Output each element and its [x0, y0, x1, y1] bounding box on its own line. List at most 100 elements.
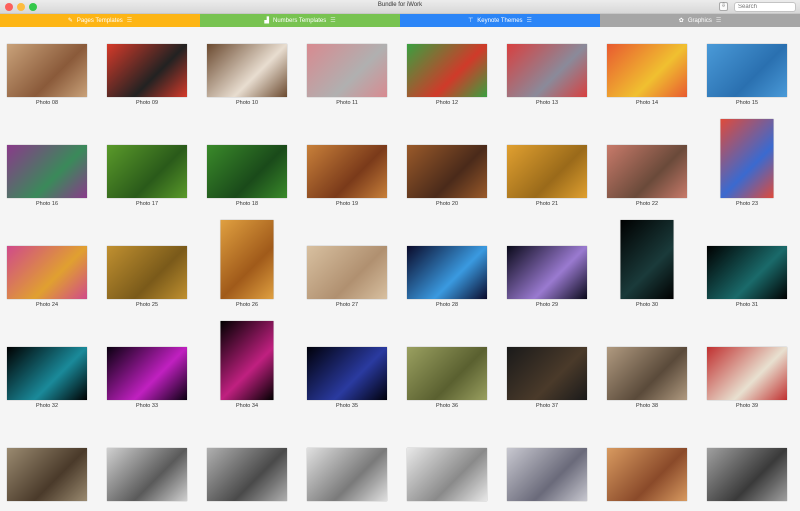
photo-thumbnail[interactable]	[707, 246, 787, 299]
photo-thumbnail[interactable]	[107, 347, 187, 400]
photo-thumbnail[interactable]	[220, 220, 274, 299]
photo-item[interactable]	[97, 431, 197, 511]
photo-item[interactable]	[0, 431, 97, 511]
photo-item[interactable]: Photo 39	[697, 330, 797, 410]
photo-thumbnail[interactable]	[407, 448, 487, 501]
photo-thumbnail[interactable]	[407, 145, 487, 198]
photo-item[interactable]: Photo 26	[197, 220, 297, 309]
photo-item[interactable]: Photo 13	[497, 27, 597, 107]
photo-item[interactable]: Photo 23	[697, 119, 797, 208]
tab-keynote[interactable]: ⊤ Keynote Themes ☰	[400, 14, 600, 27]
photo-thumbnail[interactable]	[507, 246, 587, 299]
photo-item[interactable]: Photo 32	[0, 330, 97, 410]
photo-thumbnail[interactable]	[507, 145, 587, 198]
photo-item[interactable]: Photo 16	[0, 128, 97, 208]
photo-thumbnail[interactable]	[7, 44, 87, 97]
photo-item[interactable]: Photo 22	[597, 128, 697, 208]
photo-thumbnail[interactable]	[407, 44, 487, 97]
photo-thumbnail[interactable]	[607, 44, 687, 97]
photo-caption: Photo 26	[235, 302, 259, 308]
photo-thumbnail[interactable]	[507, 448, 587, 501]
photo-item[interactable]: Photo 18	[197, 128, 297, 208]
photo-item[interactable]: Photo 09	[97, 27, 197, 107]
photo-item[interactable]: Photo 33	[97, 330, 197, 410]
photo-item[interactable]: Photo 17	[97, 128, 197, 208]
photo-thumbnail[interactable]	[707, 448, 787, 501]
photo-thumbnail[interactable]	[307, 246, 387, 299]
photo-thumbnail[interactable]	[307, 145, 387, 198]
photo-item[interactable]: Photo 38	[597, 330, 697, 410]
photo-thumbnail[interactable]	[7, 246, 87, 299]
photo-item[interactable]: Photo 29	[497, 229, 597, 309]
photo-thumbnail[interactable]	[607, 448, 687, 501]
photo-thumbnail[interactable]	[620, 220, 674, 299]
photo-item[interactable]: Photo 28	[397, 229, 497, 309]
photo-thumbnail[interactable]	[607, 347, 687, 400]
photo-item[interactable]	[197, 431, 297, 511]
keynote-icon: ⊤	[468, 18, 474, 24]
list-icon[interactable]: ☰	[716, 17, 721, 24]
photo-caption: Photo 37	[535, 403, 559, 409]
photo-thumbnail[interactable]	[107, 145, 187, 198]
photo-item[interactable]: Photo 15	[697, 27, 797, 107]
photo-thumbnail[interactable]	[7, 145, 87, 198]
photo-thumbnail[interactable]	[207, 448, 287, 501]
tab-graphics[interactable]: ✿ Graphics ☰	[600, 14, 800, 27]
photo-item[interactable]: Photo 14	[597, 27, 697, 107]
photo-caption: Photo 22	[635, 201, 659, 207]
photo-item[interactable]: Photo 35	[297, 330, 397, 410]
photo-thumbnail[interactable]	[407, 347, 487, 400]
photo-item[interactable]: Photo 10	[197, 27, 297, 107]
photo-thumbnail[interactable]	[707, 347, 787, 400]
photo-item[interactable]	[397, 431, 497, 511]
photo-caption: Photo 18	[235, 201, 259, 207]
photo-thumbnail[interactable]	[507, 347, 587, 400]
photo-thumbnail[interactable]	[207, 44, 287, 97]
photo-thumbnail[interactable]	[607, 145, 687, 198]
search-input[interactable]	[734, 2, 796, 12]
tab-pages[interactable]: ✎ Pages Templates ☰	[0, 14, 200, 27]
photo-item[interactable]: Photo 21	[497, 128, 597, 208]
photo-thumbnail[interactable]	[307, 448, 387, 501]
photo-item[interactable]: Photo 12	[397, 27, 497, 107]
photo-caption: Photo 20	[435, 201, 459, 207]
photo-item[interactable]: Photo 27	[297, 229, 397, 309]
photo-thumbnail[interactable]	[707, 44, 787, 97]
photo-item[interactable]	[497, 431, 597, 511]
photo-thumbnail[interactable]	[407, 246, 487, 299]
list-icon[interactable]: ☰	[127, 17, 132, 24]
tab-label: Keynote Themes	[477, 17, 523, 24]
photo-item[interactable]: Photo 31	[697, 229, 797, 309]
photo-thumbnail[interactable]	[220, 321, 274, 400]
photo-item[interactable]	[597, 431, 697, 511]
photo-item[interactable]: Photo 30	[597, 220, 697, 309]
photo-thumbnail[interactable]	[7, 347, 87, 400]
photo-thumbnail[interactable]	[7, 448, 87, 501]
photo-thumbnail[interactable]	[207, 145, 287, 198]
photo-item[interactable]: Photo 25	[97, 229, 197, 309]
photo-thumbnail[interactable]	[307, 347, 387, 400]
photo-item[interactable]	[697, 431, 797, 511]
photo-item[interactable]: Photo 11	[297, 27, 397, 107]
photo-thumbnail[interactable]	[107, 44, 187, 97]
photo-caption: Photo 39	[735, 403, 759, 409]
photo-thumbnail[interactable]	[720, 119, 774, 198]
photo-item[interactable]: Photo 37	[497, 330, 597, 410]
photo-item[interactable]: Photo 19	[297, 128, 397, 208]
photo-thumbnail[interactable]	[107, 448, 187, 501]
photo-thumbnail[interactable]	[507, 44, 587, 97]
download-icon[interactable]: ⇩	[719, 2, 728, 11]
list-icon[interactable]: ☰	[527, 17, 532, 24]
photo-item[interactable]: Photo 34	[197, 321, 297, 410]
photo-item[interactable]	[297, 431, 397, 511]
list-icon[interactable]: ☰	[330, 17, 335, 24]
photo-item[interactable]: Photo 36	[397, 330, 497, 410]
photo-caption: Photo 35	[335, 403, 359, 409]
photo-item[interactable]: Photo 08	[0, 27, 97, 107]
photo-thumbnail[interactable]	[107, 246, 187, 299]
photo-caption: Photo 14	[635, 100, 659, 106]
photo-thumbnail[interactable]	[307, 44, 387, 97]
photo-item[interactable]: Photo 24	[0, 229, 97, 309]
tab-numbers[interactable]: ▟ Numbers Templates ☰	[200, 14, 400, 27]
photo-item[interactable]: Photo 20	[397, 128, 497, 208]
